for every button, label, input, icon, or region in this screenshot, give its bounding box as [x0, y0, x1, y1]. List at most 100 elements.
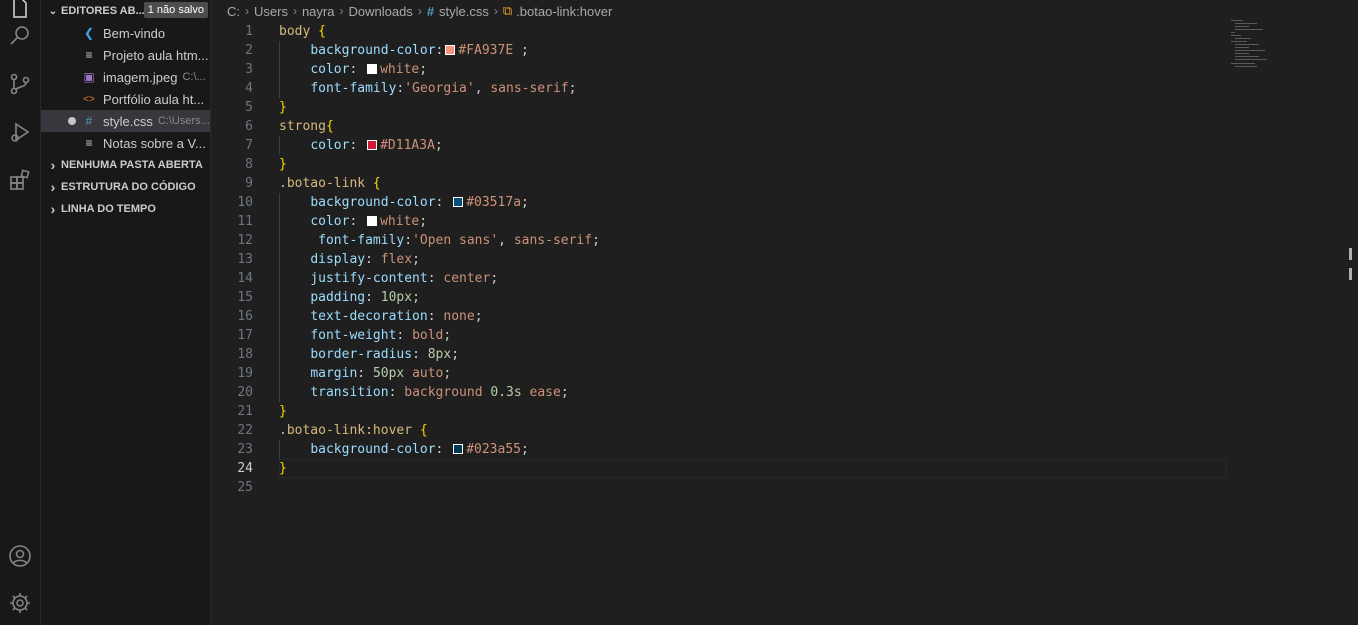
code-token: :	[349, 62, 366, 77]
code-token: :	[349, 214, 366, 229]
code-line[interactable]: 19 margin: 50px auto;	[211, 364, 1221, 383]
line-number: 2	[245, 43, 253, 58]
search-icon[interactable]	[4, 20, 36, 52]
code-text: }	[279, 459, 287, 478]
code-line[interactable]: 14 justify-content: center;	[211, 269, 1221, 288]
color-swatch[interactable]	[367, 216, 378, 226]
code-token: :	[412, 347, 428, 362]
line-number: 3	[245, 62, 253, 77]
code-line[interactable]: 9 .botao-link {	[211, 174, 1221, 193]
code-line[interactable]: 2 background-color: #FA937E ;	[211, 41, 1221, 60]
code-line[interactable]: 18 border-radius: 8px;	[211, 345, 1221, 364]
color-swatch[interactable]	[453, 197, 464, 207]
line-number: 17	[237, 328, 253, 343]
code-token: :	[435, 442, 452, 457]
color-swatch[interactable]	[367, 64, 378, 74]
unsaved-badge: 1 não salvo	[143, 2, 208, 18]
code-text: justify-content: center;	[279, 269, 498, 288]
breadcrumb-users[interactable]: Users	[254, 4, 288, 19]
code-token: white	[380, 214, 420, 229]
extensions-icon[interactable]	[4, 164, 36, 196]
activity-bar	[0, 0, 41, 625]
code-line[interactable]: 4 font-family:'Georgia', sans-serif;	[211, 79, 1221, 98]
open-editors-header[interactable]: ⌄ EDITORES AB... 1 não salvo	[41, 0, 210, 22]
gear-icon[interactable]	[4, 587, 36, 619]
code-token: :	[349, 138, 366, 153]
sidebar-section-header[interactable]: › NENHUMA PASTA ABERTA	[41, 154, 210, 176]
code-line[interactable]: 13 display: flex;	[211, 250, 1221, 269]
code-token: {	[318, 24, 326, 39]
code-line[interactable]: 24}	[211, 459, 1227, 478]
code-token: justify-content	[310, 271, 428, 286]
code-line[interactable]: 16 text-decoration: none;	[211, 307, 1221, 326]
breadcrumb-symbol[interactable]: .botao-link:hover	[516, 4, 612, 19]
chevron-right-icon: ›	[50, 179, 56, 195]
breadcrumb-user[interactable]: nayra	[302, 4, 335, 19]
code-token: 'Georgia'	[404, 81, 475, 96]
code-token: background-color	[310, 442, 436, 457]
line-number: 10	[237, 195, 253, 210]
open-editor-item[interactable]: <> Portfólio aula ht...	[41, 88, 210, 110]
open-editor-item[interactable]: # style.css C:\Users...	[41, 110, 210, 132]
color-swatch[interactable]	[445, 45, 456, 55]
open-editor-item[interactable]: ❮ Bem-vindo	[41, 22, 210, 44]
code-line[interactable]: 15 padding: 10px;	[211, 288, 1221, 307]
breadcrumb: C: › Users › nayra › Downloads › # style…	[211, 0, 1358, 22]
code-token: .botao-link	[279, 176, 366, 191]
code-editor[interactable]: 1 body {2 background-color: #FA937E ; 3 col…	[211, 22, 1227, 497]
code-line[interactable]: 25	[211, 478, 1221, 497]
code-line[interactable]: 8}	[211, 155, 1221, 174]
code-line[interactable]: 7 color: #D11A3A;	[211, 136, 1221, 155]
open-editor-item[interactable]: ▣ imagem.jpeg C:\...	[41, 66, 210, 88]
open-editor-label: style.css	[103, 113, 153, 129]
code-line[interactable]: 3 color: white;	[211, 60, 1221, 79]
run-debug-icon[interactable]	[4, 116, 36, 148]
code-line[interactable]: 1 body {	[211, 22, 1221, 41]
code-token: ,	[498, 233, 514, 248]
color-swatch[interactable]	[453, 444, 464, 454]
code-token: background-color	[310, 43, 436, 58]
code-text: margin: 50px auto;	[279, 364, 451, 383]
sidebar-section-header[interactable]: › LINHA DO TEMPO	[41, 198, 210, 220]
code-line[interactable]: 17 font-weight: bold;	[211, 326, 1221, 345]
code-line[interactable]: 5}	[211, 98, 1221, 117]
line-number: 12	[237, 233, 253, 248]
file-lines-icon: ≡	[85, 48, 93, 62]
code-token: sans-serif	[490, 81, 569, 96]
open-editor-item[interactable]: ≡ Projeto aula htm...	[41, 44, 210, 66]
code-line[interactable]: 6 strong{	[211, 117, 1221, 136]
code-line[interactable]: 12 font-family:'Open sans', sans-serif;	[211, 231, 1221, 250]
minimap[interactable]	[1231, 20, 1291, 70]
account-icon[interactable]	[4, 540, 36, 572]
code-token: :	[365, 252, 381, 267]
code-line[interactable]: 10 background-color: #03517a;	[211, 193, 1221, 212]
html-file-icon: <>	[83, 93, 95, 105]
color-swatch[interactable]	[367, 140, 378, 150]
code-token: ;	[412, 290, 420, 305]
code-token: .botao-link:hover	[279, 423, 413, 438]
open-editor-item[interactable]: ≡ Notas sobre a V...	[41, 132, 210, 154]
line-number: 15	[237, 290, 253, 305]
code-token: sans-serif	[513, 233, 593, 248]
code-line[interactable]: 22 .botao-link:hover {	[211, 421, 1221, 440]
breadcrumb-drive[interactable]: C:	[227, 4, 240, 19]
breadcrumb-folder[interactable]: Downloads	[348, 4, 412, 19]
code-line[interactable]: 11 color: white;	[211, 212, 1221, 231]
code-text: strong{	[279, 117, 334, 136]
code-token: {	[372, 176, 381, 191]
code-line[interactable]: 23 background-color: #023a55;	[211, 440, 1221, 459]
code-token: auto	[412, 366, 444, 381]
sidebar-section-header[interactable]: › ESTRUTURA DO CÓDIGO	[41, 176, 210, 198]
unsaved-dot-icon[interactable]	[68, 117, 76, 125]
code-line[interactable]: 21}	[211, 402, 1221, 421]
code-token: }	[279, 157, 287, 172]
code-token: color	[310, 138, 350, 153]
code-token: ;	[419, 62, 428, 77]
code-line[interactable]: 20 transition: background 0.3s ease;	[211, 383, 1221, 402]
code-token: }	[279, 100, 287, 115]
code-token: ;	[560, 385, 569, 400]
breadcrumb-file[interactable]: style.css	[439, 4, 489, 19]
source-control-icon[interactable]	[4, 68, 36, 100]
code-text: }	[279, 155, 287, 174]
